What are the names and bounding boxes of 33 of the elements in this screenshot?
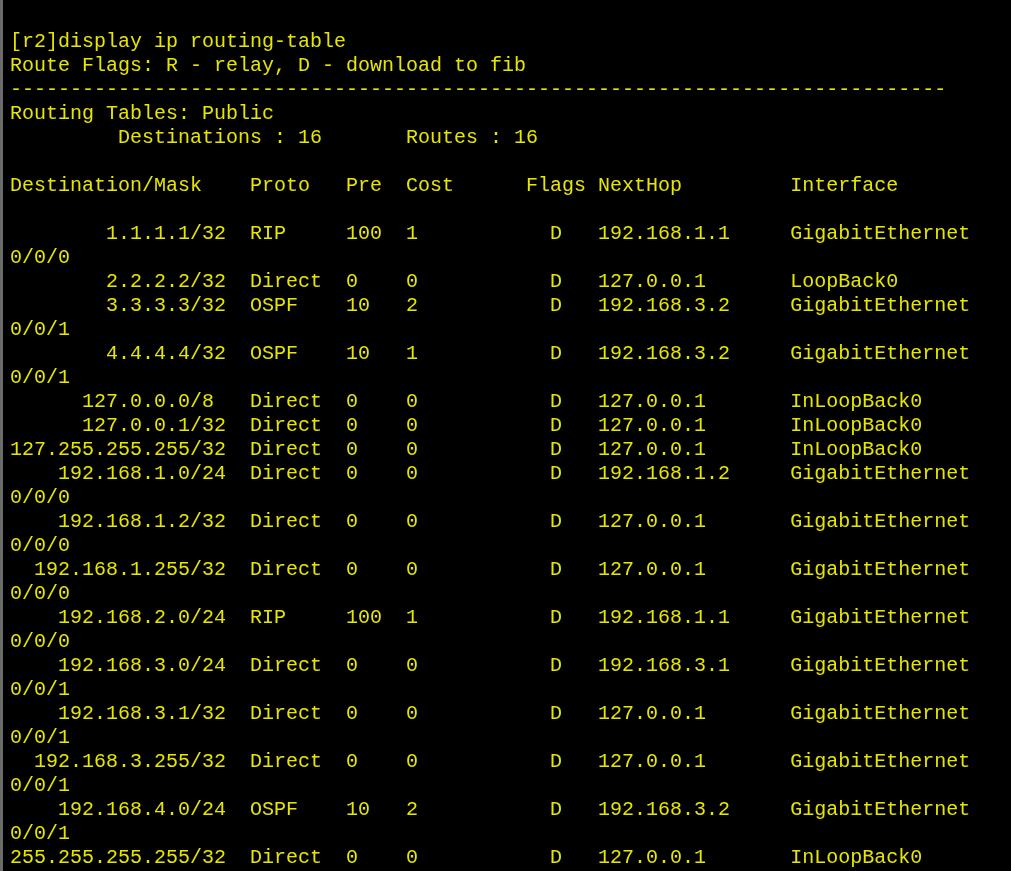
terminal-line: 255.255.255.255/32 Direct 0 0 D 127.0.0.1 InLoopBack0 bbox=[10, 846, 923, 870]
terminal-line: 192.168.3.0/24 Direct 0 0 D 192.168.3.1 GigabitEthernet bbox=[57, 654, 971, 678]
terminal-line: 0/0/1 bbox=[10, 366, 70, 390]
terminal-line: 127.255.255.255/32 Direct 0 0 D 127.0.0.1 InLoopBack0 bbox=[10, 438, 923, 462]
terminal-line: 0/0/1 bbox=[10, 318, 70, 342]
terminal-line: 192.168.4.0/24 OSPF 10 2 D 192.168.3.2 GigabitEthernet bbox=[57, 798, 971, 822]
terminal-line: Route Flags: R - relay, D - download to fib bbox=[10, 54, 527, 78]
terminal-line: 0/0/1 bbox=[10, 726, 70, 750]
terminal-line: 127.0.0.0/8 Direct 0 0 D 127.0.0.1 InLoopBack0 bbox=[81, 390, 923, 414]
terminal-line: 2.2.2.2/32 Direct 0 0 D 127.0.0.1 LoopBack0 bbox=[105, 270, 899, 294]
terminal-line: 3.3.3.3/32 OSPF 10 2 D 192.168.3.2 GigabitEthernet bbox=[105, 294, 971, 318]
terminal-line: 0/0/0 bbox=[10, 486, 70, 510]
terminal-line: 192.168.1.255/32 Direct 0 0 D 127.0.0.1 GigabitEthernet bbox=[33, 558, 971, 582]
terminal-line: 0/0/1 bbox=[10, 678, 70, 702]
terminal-line: 0/0/1 bbox=[10, 774, 70, 798]
terminal-line: 4.4.4.4/32 OSPF 10 1 D 192.168.3.2 GigabitEthernet bbox=[105, 342, 971, 366]
terminal-line: Routing Tables: Public bbox=[10, 102, 275, 126]
terminal-line: 192.168.1.2/32 Direct 0 0 D 127.0.0.1 GigabitEthernet bbox=[57, 510, 971, 534]
terminal-line: 0/0/0 bbox=[10, 630, 70, 654]
terminal-line: 1.1.1.1/32 RIP 100 1 D 192.168.1.1 GigabitEthernet bbox=[105, 222, 971, 246]
terminal-line: 192.168.3.1/32 Direct 0 0 D 127.0.0.1 GigabitEthernet bbox=[57, 702, 971, 726]
terminal-line: 192.168.2.0/24 RIP 100 1 D 192.168.1.1 GigabitEthernet bbox=[57, 606, 971, 630]
terminal-line: 0/0/0 bbox=[10, 582, 70, 606]
terminal-line: ------------------------------------------------------------------------------ bbox=[10, 78, 947, 102]
terminal-line: [r2]display ip routing-table bbox=[10, 30, 347, 54]
terminal-line: 0/0/1 bbox=[10, 822, 70, 846]
terminal-line: 0/0/0 bbox=[10, 246, 70, 270]
terminal-line: 192.168.3.255/32 Direct 0 0 D 127.0.0.1 GigabitEthernet bbox=[33, 750, 971, 774]
terminal-line: Destinations : 16 Routes : 16 bbox=[117, 126, 539, 150]
terminal-line: 192.168.1.0/24 Direct 0 0 D 192.168.1.2 GigabitEthernet bbox=[57, 462, 971, 486]
terminal-line: Destination/Mask Proto Pre Cost Flags NextHop Interface bbox=[10, 174, 899, 198]
terminal-line: 0/0/0 bbox=[10, 534, 70, 558]
terminal-line: 127.0.0.1/32 Direct 0 0 D 127.0.0.1 InLoopBack0 bbox=[81, 414, 923, 438]
